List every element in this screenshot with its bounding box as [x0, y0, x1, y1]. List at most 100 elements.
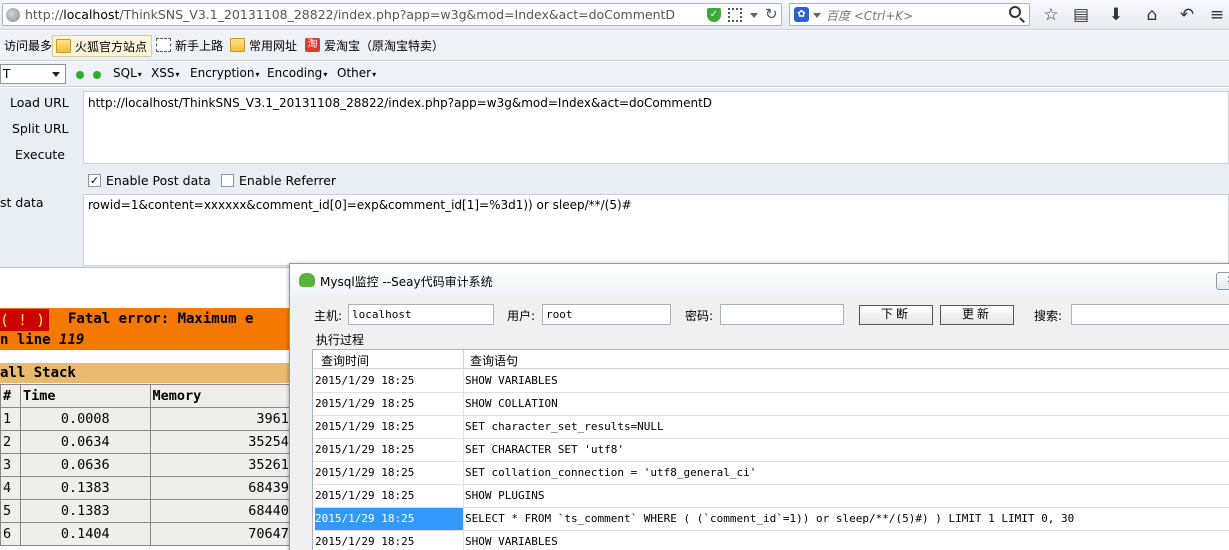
call-stack-table: # Time Memory 1 0.0008 39613 2 0.0634 352548…	[0, 384, 301, 546]
menu-other[interactable]: Other▾	[337, 66, 376, 80]
search-input[interactable]	[1071, 304, 1229, 325]
history-dropdown-icon[interactable]	[750, 13, 758, 18]
stack-time: 0.1383	[19, 476, 151, 500]
breakpoint-button[interactable]: 下断	[859, 305, 933, 325]
address-bar[interactable]: http://localhost/ThinkSNS_V3.1_20131108_…	[2, 3, 782, 26]
hackbar-mode-select[interactable]: T	[0, 64, 66, 84]
window-titlebar[interactable]: Mysql监控 --Seay代码审计系统 ✕	[290, 264, 1229, 297]
table-row: 5 0.1383 684400	[0, 499, 301, 523]
host-input[interactable]: localhost	[348, 304, 494, 325]
reload-icon[interactable]: ↻	[765, 5, 778, 23]
reading-list-icon[interactable]: ▤	[1069, 3, 1093, 27]
execute-button[interactable]: Execute	[15, 147, 65, 162]
home-icon[interactable]: ⌂	[1140, 3, 1164, 27]
hackbar-toolbar: T SQL▾ XSS▾ Encryption▾ Encoding▾ Other▾	[0, 62, 1229, 87]
fatal-error-message: Fatal error: Maximum e	[68, 311, 254, 327]
bookmark-ai-taobao[interactable]: 淘爱淘宝（原淘宝特卖）	[302, 35, 448, 57]
mysql-monitor-window: Mysql监控 --Seay代码审计系统 ✕ 主机: localhost 用户:…	[289, 263, 1229, 550]
stack-time: 0.1383	[19, 499, 151, 523]
table-row: 4 0.1383 684396	[0, 476, 301, 500]
post-data-label: st data	[0, 195, 44, 210]
list-item[interactable]: 2015/1/29 18:25 SHOW VARIABLES	[313, 531, 1229, 550]
engine-dropdown-icon[interactable]	[813, 13, 821, 18]
column-header: Memory	[149, 384, 301, 408]
table-row: 6 0.1404 706472	[0, 522, 301, 546]
downloads-icon[interactable]: ⬇	[1104, 3, 1128, 27]
menu-icon[interactable]: ≡	[1205, 3, 1229, 27]
list-item[interactable]: 2015/1/29 18:25 SET collation_connection …	[313, 462, 1229, 485]
search-icon[interactable]	[1009, 6, 1021, 18]
list-item[interactable]: 2015/1/29 18:25 SHOW VARIABLES	[313, 370, 1229, 393]
table-row: 3 0.0636 352612	[0, 453, 301, 477]
user-input[interactable]: root	[542, 304, 671, 325]
refresh-button[interactable]: 更新	[940, 305, 1014, 325]
password-input[interactable]	[720, 304, 844, 325]
xdebug-error-output: ( ! ) Fatal error: Maximum e n line 119 …	[0, 308, 301, 550]
bookmark-firefox-site[interactable]: 火狐官方站点	[52, 35, 153, 57]
bookmark-star-icon[interactable]: ☆	[1039, 3, 1063, 27]
enable-post-checkbox[interactable]: ✓ Enable Post data	[88, 173, 211, 188]
site-identity-icon[interactable]	[6, 8, 20, 22]
stack-memory: 684400	[149, 499, 301, 523]
taobao-icon: 淘	[305, 38, 320, 52]
stack-memory: 706472	[149, 522, 301, 546]
call-stack-header: all Stack	[0, 362, 300, 383]
baidu-engine-icon[interactable]: ✿	[794, 7, 809, 22]
back-history-icon[interactable]: ↶	[1175, 3, 1199, 27]
search-placeholder[interactable]: 百度 <Ctrl+K>	[826, 7, 913, 24]
hackbar-panel: Load URL Split URL Execute http://localh…	[0, 88, 1229, 268]
host-label: 主机:	[314, 309, 343, 323]
stack-memory: 352548	[149, 430, 301, 454]
bookmarks-toolbar: 访问最多 火狐官方站点 新手上路 常用网址 淘爱淘宝（原淘宝特卖）	[0, 31, 1229, 61]
url-textarea[interactable]: http://localhost/ThinkSNS_V3.1_20131108_…	[83, 91, 1229, 164]
address-bar-url[interactable]: http://localhost/ThinkSNS_V3.1_20131108_…	[25, 7, 675, 22]
split-url-button[interactable]: Split URL	[12, 121, 69, 136]
stack-index: 5	[0, 499, 21, 523]
search-bar[interactable]: ✿ 百度 <Ctrl+K>	[789, 3, 1030, 26]
menu-encryption[interactable]: Encryption▾	[190, 66, 259, 80]
checkbox-unchecked-icon	[221, 174, 234, 187]
error-bang-icon: ( ! )	[0, 309, 50, 331]
password-label: 密码:	[685, 309, 714, 323]
window-title: Mysql监控 --Seay代码审计系统	[320, 275, 493, 289]
post-data-textarea[interactable]: rowid=1&content=xxxxxx&comment_id[0]=exp…	[83, 194, 1229, 266]
enable-referrer-checkbox[interactable]: Enable Referrer	[221, 173, 336, 188]
column-header-query[interactable]: 查询语句	[470, 352, 518, 369]
list-item[interactable]: 2015/1/29 18:25 SET CHARACTER SET 'utf8'	[313, 439, 1229, 462]
checkbox-checked-icon: ✓	[88, 174, 101, 187]
query-log-list[interactable]: 查询时间 查询语句 2015/1/29 18:25 SHOW VARIABLES …	[312, 349, 1229, 550]
column-header: Time	[19, 384, 151, 408]
stack-time: 0.0008	[19, 407, 151, 431]
qr-code-icon[interactable]	[728, 8, 742, 22]
list-item[interactable]: 2015/1/29 18:25 SHOW COLLATION	[313, 393, 1229, 416]
list-item[interactable]: 2015/1/29 18:25 SHOW PLUGINS	[313, 485, 1229, 508]
fatal-error-banner: ( ! ) Fatal error: Maximum e n line 119	[0, 308, 300, 350]
menu-xss[interactable]: XSS▾	[151, 66, 179, 80]
list-item[interactable]: 2015/1/29 18:25 SET character_set_results…	[313, 416, 1229, 439]
stack-time: 0.0634	[19, 430, 151, 454]
error-line: n line 119	[0, 332, 85, 348]
minus-icon[interactable]	[76, 71, 84, 79]
bookmark-getting-started[interactable]: 新手上路	[153, 35, 227, 57]
stack-index: 6	[0, 522, 21, 546]
stack-memory: 352612	[149, 453, 301, 477]
bookmark-common-sites[interactable]: 常用网址	[227, 35, 301, 57]
list-item-selected[interactable]: 2015/1/29 18:25 SELECT * FROM `ts_comment…	[313, 508, 1229, 531]
folder-icon	[56, 39, 71, 53]
list-header: 查询时间 查询语句	[313, 350, 1229, 369]
close-button[interactable]: ✕	[1216, 272, 1229, 290]
stack-time: 0.1404	[19, 522, 151, 546]
table-header-row: # Time Memory	[0, 384, 301, 408]
plus-icon[interactable]	[93, 71, 101, 79]
bookmark-most-visited[interactable]: 访问最多	[0, 35, 56, 57]
search-label: 搜索:	[1034, 309, 1063, 323]
folder-icon	[230, 38, 245, 52]
menu-sql[interactable]: SQL▾	[113, 66, 142, 80]
security-shield-icon[interactable]: ✓	[707, 8, 721, 22]
column-header: #	[0, 384, 21, 408]
navigation-toolbar: http://localhost/ThinkSNS_V3.1_20131108_…	[0, 0, 1229, 30]
menu-encoding[interactable]: Encoding▾	[267, 66, 327, 80]
stack-index: 1	[0, 407, 21, 431]
load-url-button[interactable]: Load URL	[10, 95, 69, 110]
column-header-time[interactable]: 查询时间	[321, 352, 369, 369]
